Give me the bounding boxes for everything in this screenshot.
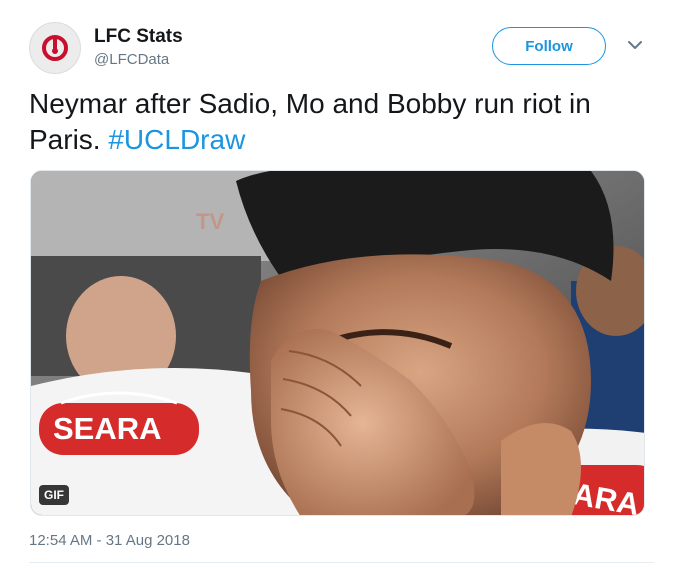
tweet-text: Neymar after Sadio, Mo and Bobby run rio… [29,86,654,158]
chevron-down-icon[interactable] [626,38,644,52]
shirt-sponsor-left: SEARA [53,411,162,446]
divider [29,562,654,563]
avatar[interactable] [29,22,81,74]
tweet-timestamp[interactable]: 12:54 AM - 31 Aug 2018 [29,532,190,549]
hashtag-link[interactable]: #UCLDraw [108,124,245,155]
author-name[interactable]: LFC Stats [94,26,183,48]
gif-badge: GIF [39,485,69,505]
author-handle[interactable]: @LFCData [94,51,169,68]
follow-button[interactable]: Follow [492,27,606,65]
background-tv-text: TV [196,209,224,234]
gif-frame: TV SEARA EARA [31,171,644,515]
tweet-header: LFC Stats @LFCData Follow [0,0,679,80]
lfc-logo-icon [42,35,68,61]
gif-media[interactable]: TV SEARA EARA GIF [30,170,645,516]
